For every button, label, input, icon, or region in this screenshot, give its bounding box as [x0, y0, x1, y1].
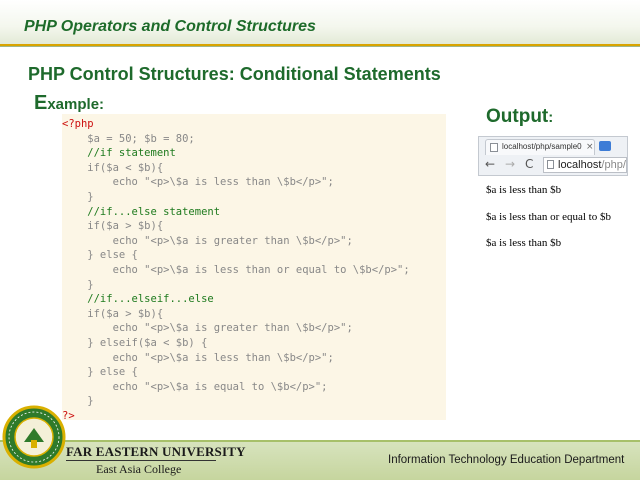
header-divider-secondary: [0, 46, 640, 47]
footer-department: Information Technology Education Departm…: [388, 454, 625, 466]
page-icon: [490, 143, 498, 152]
output-label-colon: :: [548, 109, 554, 126]
code-line: //if...elseif...else: [62, 293, 214, 306]
code-line: //if statement: [62, 147, 176, 160]
code-listing: <?php $a = 50; $b = 80; //if statement i…: [62, 114, 446, 422]
reload-icon[interactable]: C: [525, 157, 533, 171]
address-bar-text: localhost/php/: [558, 159, 626, 171]
footer-underline: [66, 460, 216, 461]
code-line: }: [62, 191, 94, 203]
code-line: echo "<p>\$a is less than \$b</p>";: [62, 351, 334, 364]
footer-college: East Asia College: [96, 462, 182, 476]
code-line: if($a < $b){: [62, 161, 164, 174]
university-seal-logo: [2, 405, 66, 469]
code-line: $a = 50; $b = 80;: [62, 132, 195, 145]
address-bar[interactable]: localhost/php/: [543, 157, 627, 173]
browser-window: localhost/php/sample08.p × ← → C localho…: [478, 136, 628, 176]
back-icon[interactable]: ←: [485, 157, 495, 171]
output-line: $a is less than $b: [486, 184, 562, 196]
code-line: } else {: [62, 249, 138, 262]
forward-icon[interactable]: →: [505, 157, 515, 171]
output-label-text: Output: [486, 106, 549, 127]
close-icon[interactable]: ×: [586, 142, 594, 152]
code-line: echo "<p>\$a is equal to \$b</p>";: [62, 380, 328, 393]
output-label: Output:: [486, 106, 553, 128]
code-line: <?php: [62, 118, 94, 130]
code-line: echo "<p>\$a is less than \$b</p>";: [62, 176, 334, 189]
code-line: if($a > $b){: [62, 220, 164, 233]
footer-divider: [0, 440, 640, 442]
code-line: //if...else statement: [62, 205, 221, 218]
example-label-rest: xample:: [47, 96, 105, 113]
code-line: echo "<p>\$a is greater than \$b</p>";: [62, 234, 353, 247]
browser-tab[interactable]: localhost/php/sample08.p ×: [485, 139, 595, 155]
code-line: echo "<p>\$a is greater than \$b</p>";: [62, 322, 353, 335]
footer-university: FAR EASTERN UNIVERSITY: [66, 444, 246, 459]
code-line: }: [62, 395, 94, 408]
output-line: $a is less than or equal to $b: [486, 211, 611, 223]
code-line: }: [62, 278, 94, 291]
code-line: if($a > $b){: [62, 307, 164, 320]
output-line: $a is less than $b: [486, 237, 562, 249]
code-line: } else {: [62, 366, 138, 379]
example-label-initial: E: [34, 92, 48, 114]
new-tab-button[interactable]: [599, 141, 611, 151]
header-title: PHP Operators and Control Structures: [24, 18, 316, 35]
code-line: } elseif($a < $b) {: [62, 337, 208, 349]
page-icon: [547, 160, 554, 169]
code-line: echo "<p>\$a is less than or equal to \$…: [62, 264, 410, 276]
url-path: /php/: [601, 159, 626, 171]
slide-title: PHP Control Structures: Conditional Stat…: [28, 64, 441, 84]
example-label: Example:: [34, 92, 104, 115]
browser-tab-title: localhost/php/sample08.p: [502, 142, 582, 151]
url-host: localhost: [558, 159, 602, 171]
